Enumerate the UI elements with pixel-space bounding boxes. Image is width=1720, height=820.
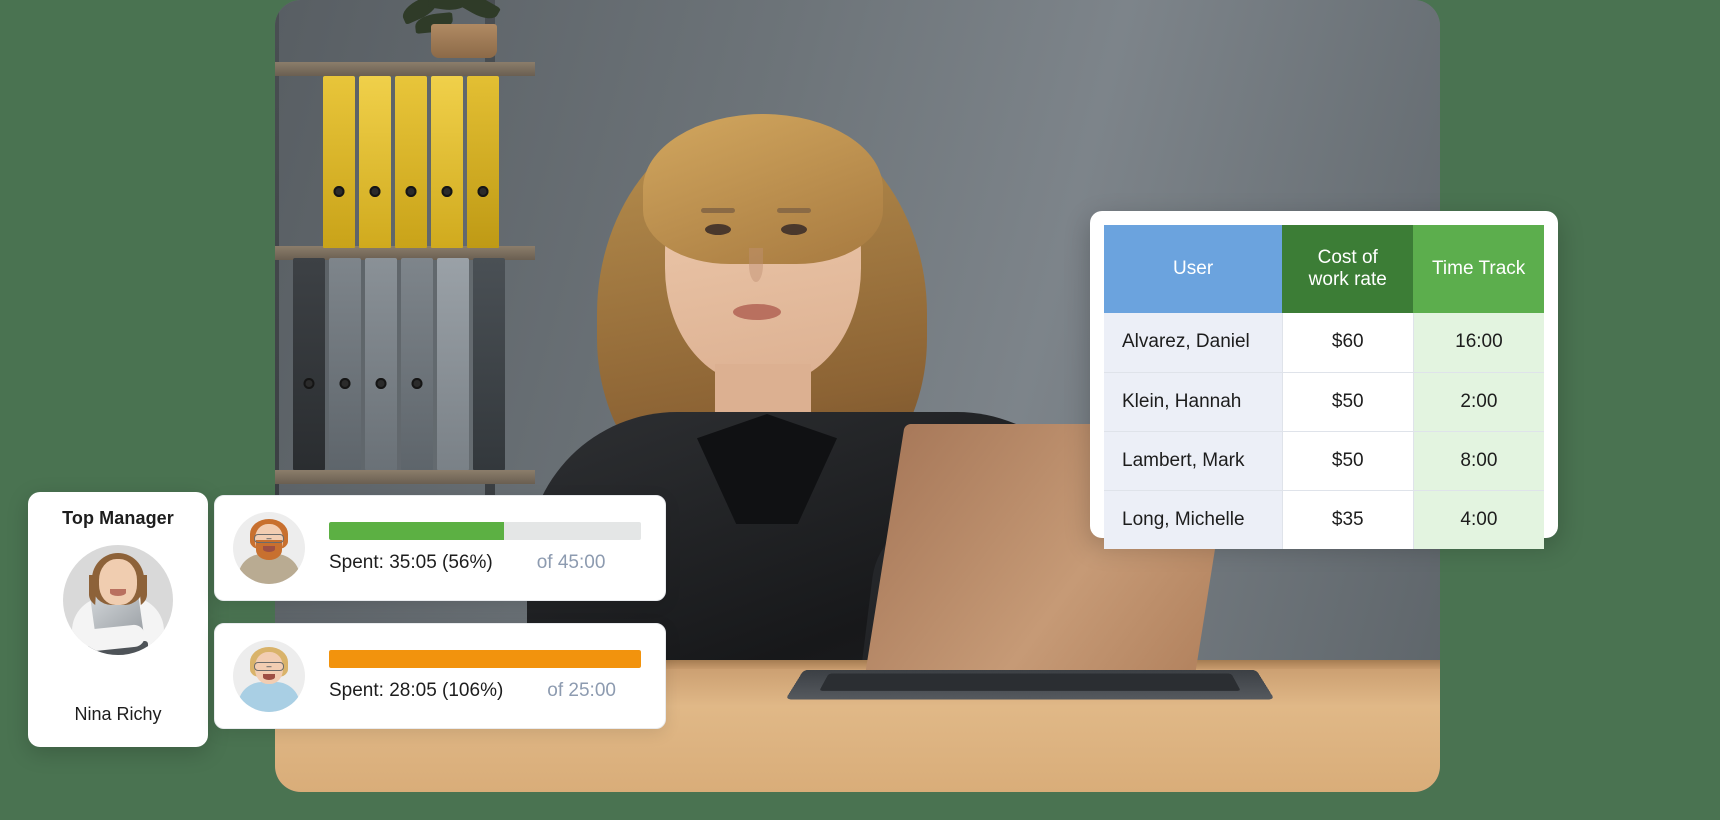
progress-bar-track (329, 522, 641, 540)
rate-table-head: User Cost of work rate Time Track (1104, 225, 1544, 313)
manager-avatar-smile (110, 589, 126, 596)
cell-user: Long, Michelle (1104, 490, 1283, 549)
cell-user: Lambert, Mark (1104, 431, 1283, 491)
binder-yellow-3 (395, 76, 427, 248)
binder-yellow-1 (323, 76, 355, 248)
binder-grey-4 (401, 258, 433, 470)
cell-time: 8:00 (1413, 431, 1544, 491)
binder-ring (441, 186, 453, 197)
binder-ring (405, 186, 417, 197)
table-row[interactable]: Alvarez, Daniel $60 16:00 (1104, 313, 1544, 373)
top-manager-title: Top Manager (62, 508, 174, 528)
budget-label: of 45:00 (536, 552, 606, 573)
cell-user: Klein, Hannah (1104, 372, 1283, 432)
cell-cost: $35 (1282, 490, 1414, 549)
manager-portrait-avatar (63, 545, 173, 655)
budget-label: of 25:00 (547, 680, 616, 701)
user-avatar-bearded-man (233, 512, 305, 584)
top-manager-card[interactable]: Top Manager Nina Richy (28, 492, 208, 747)
binder-grey-1 (293, 258, 325, 470)
rate-table-body: Alvarez, Daniel $60 16:00 Klein, Hannah … (1104, 313, 1544, 549)
progress-bar-track (329, 650, 641, 668)
column-header-user[interactable]: User (1104, 225, 1283, 313)
top-manager-name: Nina Richy (74, 704, 162, 724)
user-avatar-blonde-woman (233, 640, 305, 712)
person-hair-top (643, 114, 883, 264)
person-eye-left (705, 224, 731, 235)
spent-label: Spent: 28:05 (106%) (329, 680, 504, 701)
rate-table-card: User Cost of work rate Time Track Alvare… (1090, 211, 1558, 549)
page-root: Top Manager Nina Richy Spent: 35:05 (56%… (0, 0, 1720, 820)
column-header-cost-line1: Cost of (1317, 246, 1378, 268)
bookshelf (275, 0, 535, 520)
binder-ring (369, 186, 381, 197)
progress-card[interactable]: Spent: 28:05 (106%) of 25:00 (214, 623, 666, 729)
progress-card-body: Spent: 35:05 (56%) of 45:00 (329, 522, 641, 574)
spent-label: Spent: 35:05 (56%) (329, 552, 493, 573)
glasses-icon (254, 662, 284, 671)
binder-grey-6 (473, 258, 505, 470)
binder-ring (333, 186, 345, 197)
person-nose (749, 248, 763, 282)
binder-yellow-4 (431, 76, 463, 248)
person-mouth (733, 304, 781, 320)
potted-plant (395, 0, 535, 58)
table-header-row: User Cost of work rate Time Track (1104, 225, 1544, 313)
plant-leaf (459, 0, 501, 25)
binder-yellow-2 (359, 76, 391, 248)
cell-time: 2:00 (1413, 372, 1544, 432)
shelf-board-top (275, 62, 535, 76)
manager-avatar-head (99, 559, 137, 605)
table-row[interactable]: Klein, Hannah $50 2:00 (1104, 372, 1544, 432)
shelf-post-left (275, 0, 279, 520)
binder-yellow-5 (467, 76, 499, 248)
cell-cost: $60 (1282, 313, 1414, 373)
cell-cost: $50 (1282, 372, 1414, 432)
binder-ring (339, 378, 351, 389)
avatar-body (238, 682, 300, 712)
person-brow-left (701, 208, 735, 213)
binder-grey-3 (365, 258, 397, 470)
column-header-time-track[interactable]: Time Track (1413, 225, 1544, 313)
plant-pot (431, 24, 497, 58)
cell-time: 16:00 (1413, 313, 1544, 373)
progress-card-list: Spent: 35:05 (56%) of 45:00 Spent: 28:05… (214, 495, 666, 729)
person-brow-right (777, 208, 811, 213)
table-row[interactable]: Long, Michelle $35 4:00 (1104, 490, 1544, 549)
avatar-smile (263, 674, 275, 680)
binder-grey-5 (437, 258, 469, 470)
progress-card-body: Spent: 28:05 (106%) of 25:00 (329, 650, 641, 702)
column-header-cost-of-work-rate[interactable]: Cost of work rate (1282, 225, 1414, 313)
binder-ring (375, 378, 387, 389)
avatar-smile (263, 546, 275, 552)
glasses-icon (254, 534, 284, 543)
binder-ring (411, 378, 423, 389)
binder-grey-2 (329, 258, 361, 470)
cell-time: 4:00 (1413, 490, 1544, 549)
shelf-board-bottom (275, 470, 535, 484)
progress-bar-fill (329, 650, 641, 668)
cell-cost: $50 (1282, 431, 1414, 491)
person-eye-right (781, 224, 807, 235)
progress-bar-fill (329, 522, 504, 540)
table-row[interactable]: Lambert, Mark $50 8:00 (1104, 431, 1544, 491)
column-header-cost-line2: work rate (1308, 269, 1387, 290)
binder-ring (477, 186, 489, 197)
rate-table: User Cost of work rate Time Track Alvare… (1104, 225, 1544, 549)
progress-card-labels: Spent: 28:05 (106%) of 25:00 (329, 680, 641, 702)
progress-card[interactable]: Spent: 35:05 (56%) of 45:00 (214, 495, 666, 601)
cell-user: Alvarez, Daniel (1104, 313, 1283, 373)
binder-ring (303, 378, 315, 389)
laptop-keyboard (785, 669, 1275, 700)
progress-card-labels: Spent: 35:05 (56%) of 45:00 (329, 552, 641, 574)
